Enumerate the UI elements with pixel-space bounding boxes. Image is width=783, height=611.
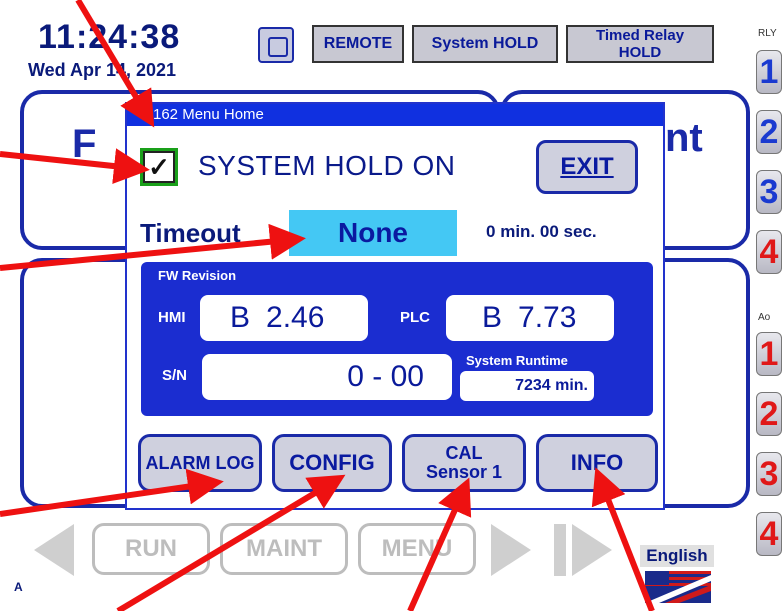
run-button[interactable]: RUN [92, 523, 210, 575]
system-runtime-label: System Runtime [466, 353, 568, 368]
cal-sensor-button[interactable]: CAL Sensor 1 [402, 434, 526, 492]
hmi-revision-letter: B [230, 301, 251, 334]
clock-time: 11:24:38 [38, 18, 181, 56]
timed-relay-hold-button[interactable]: Timed Relay HOLD [566, 25, 714, 63]
timeout-seconds: 00 [539, 222, 559, 241]
clock-date: Wed Apr 14, 2021 [28, 60, 177, 80]
hmi-revision: 2.46 [266, 301, 325, 334]
serial-number-box: 0 - 00 [202, 354, 452, 400]
relay-4-button[interactable]: 4 [756, 230, 782, 274]
stop-button[interactable] [258, 27, 294, 63]
nav-left-arrow-icon[interactable] [30, 522, 78, 578]
analog-1-button[interactable]: 1 [756, 332, 782, 376]
sn-label: S/N [162, 367, 188, 384]
relay-2-button[interactable]: 2 [756, 110, 782, 154]
corner-letter: A [14, 580, 23, 594]
analog-2-button[interactable]: 2 [756, 392, 782, 436]
plc-revision-box: B 7.73 [446, 295, 614, 341]
system-hold-checkbox[interactable]: ✓ [140, 148, 178, 186]
analog-header: Ao [758, 312, 771, 323]
analog-4-button[interactable]: 4 [756, 512, 782, 556]
uk-us-flag-icon[interactable] [645, 571, 711, 603]
nav-right-arrow-icon[interactable] [487, 522, 535, 578]
background-right-text: nt [665, 116, 703, 160]
menu-button[interactable]: MENU [358, 523, 476, 575]
background-left-text: F [72, 122, 97, 166]
relay-3-button[interactable]: 3 [756, 170, 782, 214]
relay-header: RLY [758, 28, 777, 39]
system-runtime-value: 7234 min. [460, 371, 594, 401]
language-label: English [640, 545, 714, 567]
nav-fast-forward-icon[interactable] [550, 522, 630, 578]
plc-revision-letter: B [482, 301, 503, 334]
config-button[interactable]: CONFIG [272, 434, 392, 492]
maint-button[interactable]: MAINT [220, 523, 348, 575]
info-button[interactable]: INFO [536, 434, 658, 492]
remote-button[interactable]: REMOTE [312, 25, 404, 63]
hmi-revision-box: B 2.46 [200, 295, 368, 341]
plc-revision: 7.73 [518, 301, 577, 334]
plc-label: PLC [400, 309, 430, 326]
dialog-title-bar: 162 Menu Home [127, 104, 663, 126]
relay-1-button[interactable]: 1 [756, 50, 782, 94]
timeout-select[interactable]: None [289, 210, 457, 256]
timeout-remaining: 0 min. 00 sec. [486, 222, 597, 242]
alarm-log-button[interactable]: ALARM LOG [138, 434, 262, 492]
fw-revision-label: FW Revision [158, 268, 237, 283]
timeout-minutes: 0 [486, 222, 496, 241]
analog-3-button[interactable]: 3 [756, 452, 782, 496]
system-hold-button[interactable]: System HOLD [412, 25, 558, 63]
exit-button[interactable]: EXIT [536, 140, 638, 194]
checkmark-icon: ✓ [143, 151, 175, 183]
timeout-label: Timeout [140, 218, 241, 248]
timeout-seconds-unit: sec. [563, 222, 597, 241]
hmi-label: HMI [158, 309, 186, 326]
stop-icon [268, 37, 288, 57]
timeout-minutes-unit: min. [500, 222, 536, 241]
system-hold-label: SYSTEM HOLD ON [198, 150, 456, 181]
exit-button-label: EXIT [560, 153, 614, 180]
